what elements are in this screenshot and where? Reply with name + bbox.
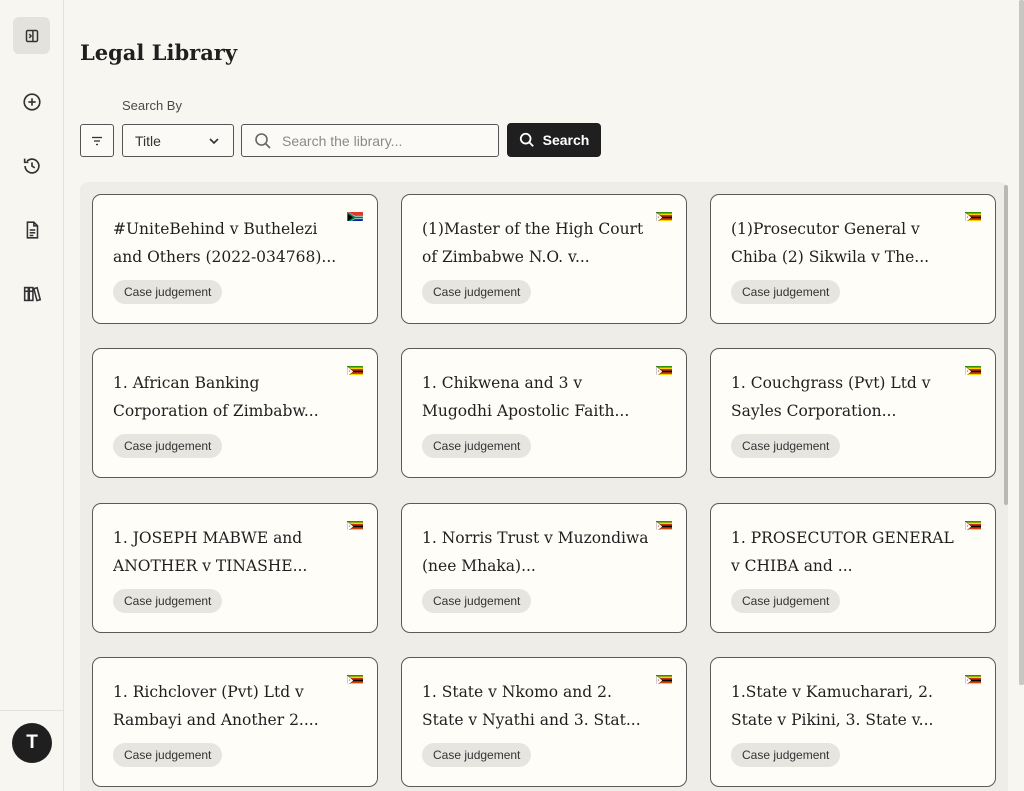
avatar[interactable]: T	[12, 723, 52, 763]
case-type-badge: Case judgement	[422, 743, 532, 767]
zimbabwe-flag-icon	[656, 211, 672, 221]
country-flag	[965, 364, 981, 375]
search-button-label: Search	[542, 132, 590, 148]
new-item-button[interactable]	[13, 83, 50, 120]
search-field-select[interactable]: Title	[122, 124, 234, 157]
case-card[interactable]: (1)Master of the High Court of Zimbabwe …	[401, 194, 687, 324]
document-icon	[26, 220, 38, 239]
search-input[interactable]	[282, 132, 482, 149]
country-flag	[347, 364, 363, 375]
documents-button[interactable]	[13, 211, 50, 248]
south-africa-flag-icon	[347, 211, 363, 221]
search-button[interactable]: Search	[507, 123, 601, 157]
case-title: 1. State v Nkomo and 2. State v Nyathi a…	[422, 683, 641, 729]
case-type-badge: Case judgement	[422, 589, 532, 613]
case-title: 1. Couchgrass (Pvt) Ltd v Sayles Corpora…	[731, 374, 931, 420]
country-flag	[347, 210, 363, 221]
case-card[interactable]: #UniteBehind v Buthelezi and Others (202…	[92, 194, 378, 324]
sidebar-toggle-button[interactable]	[13, 17, 50, 54]
country-flag	[347, 673, 363, 684]
case-title: 1. Richclover (Pvt) Ltd v Rambayi and An…	[113, 683, 319, 729]
case-title: (1)Prosecutor General v Chiba (2) Sikwil…	[731, 220, 930, 266]
library-button[interactable]	[13, 275, 50, 312]
case-type-badge: Case judgement	[422, 434, 532, 458]
zimbabwe-flag-icon	[656, 365, 672, 375]
case-type-badge: Case judgement	[113, 743, 223, 767]
case-type-badge: Case judgement	[113, 589, 223, 613]
zimbabwe-flag-icon	[965, 674, 981, 684]
country-flag	[656, 519, 672, 530]
case-type-badge: Case judgement	[113, 434, 223, 458]
zimbabwe-flag-icon	[965, 520, 981, 530]
case-card[interactable]: (1)Prosecutor General v Chiba (2) Sikwil…	[710, 194, 996, 324]
case-title: 1. Norris Trust v Muzondiwa (nee Mhaka).…	[422, 529, 649, 575]
country-flag	[965, 673, 981, 684]
sidebar-divider	[0, 710, 63, 711]
case-title: 1. African Banking Corporation of Zimbab…	[113, 374, 319, 420]
search-icon	[519, 132, 534, 147]
zimbabwe-flag-icon	[347, 520, 363, 530]
library-icon	[23, 286, 41, 302]
case-type-badge: Case judgement	[113, 280, 223, 304]
case-card[interactable]: 1. Couchgrass (Pvt) Ltd v Sayles Corpora…	[710, 348, 996, 478]
case-type-badge: Case judgement	[731, 280, 841, 304]
zimbabwe-flag-icon	[656, 674, 672, 684]
case-card[interactable]: 1. Norris Trust v Muzondiwa (nee Mhaka).…	[401, 503, 687, 633]
search-by-label: Search By	[122, 98, 182, 113]
plus-circle-icon	[22, 92, 41, 111]
zimbabwe-flag-icon	[347, 365, 363, 375]
country-flag	[656, 364, 672, 375]
country-flag	[656, 210, 672, 221]
case-type-badge: Case judgement	[731, 743, 841, 767]
case-title: 1. JOSEPH MABWE and ANOTHER v TINASHE...	[113, 529, 308, 575]
case-card[interactable]: 1. Richclover (Pvt) Ltd v Rambayi and An…	[92, 657, 378, 787]
case-card[interactable]: 1. JOSEPH MABWE and ANOTHER v TINASHE...…	[92, 503, 378, 633]
case-card[interactable]: 1. Chikwena and 3 v Mugodhi Apostolic Fa…	[401, 348, 687, 478]
results-scrollbar[interactable]	[1004, 185, 1008, 505]
zimbabwe-flag-icon	[965, 365, 981, 375]
case-type-badge: Case judgement	[731, 434, 841, 458]
search-icon	[255, 132, 271, 149]
case-title: 1. Chikwena and 3 v Mugodhi Apostolic Fa…	[422, 374, 630, 420]
case-type-badge: Case judgement	[422, 280, 532, 304]
country-flag	[965, 210, 981, 221]
country-flag	[347, 519, 363, 530]
case-title: (1)Master of the High Court of Zimbabwe …	[422, 220, 644, 266]
search-box	[241, 124, 499, 157]
country-flag	[965, 519, 981, 530]
case-card[interactable]: 1. PROSECUTOR GENERAL v CHIBA and ... Cas…	[710, 503, 996, 633]
case-card[interactable]: 1. State v Nkomo and 2. State v Nyathi a…	[401, 657, 687, 787]
sidebar-toggle-icon	[25, 29, 38, 42]
chevron-down-icon	[209, 137, 219, 144]
case-card[interactable]: 1.State v Kamucharari, 2. State v Pikini…	[710, 657, 996, 787]
history-icon	[23, 157, 40, 174]
country-flag	[656, 673, 672, 684]
case-title: #UniteBehind v Buthelezi and Others (202…	[113, 220, 337, 266]
history-button[interactable]	[13, 147, 50, 184]
filter-icon	[92, 136, 102, 145]
filter-button[interactable]	[80, 124, 114, 157]
page-scrollbar[interactable]	[1019, 0, 1024, 685]
sidebar: T	[0, 0, 64, 791]
case-title: 1. PROSECUTOR GENERAL v CHIBA and ...	[731, 529, 954, 575]
case-title: 1.State v Kamucharari, 2. State v Pikini…	[731, 683, 934, 729]
search-field-selected-value: Title	[135, 132, 161, 149]
page-title: Legal Library	[80, 40, 238, 65]
case-card[interactable]: 1. African Banking Corporation of Zimbab…	[92, 348, 378, 478]
zimbabwe-flag-icon	[656, 520, 672, 530]
zimbabwe-flag-icon	[347, 674, 363, 684]
case-type-badge: Case judgement	[731, 589, 841, 613]
zimbabwe-flag-icon	[965, 211, 981, 221]
